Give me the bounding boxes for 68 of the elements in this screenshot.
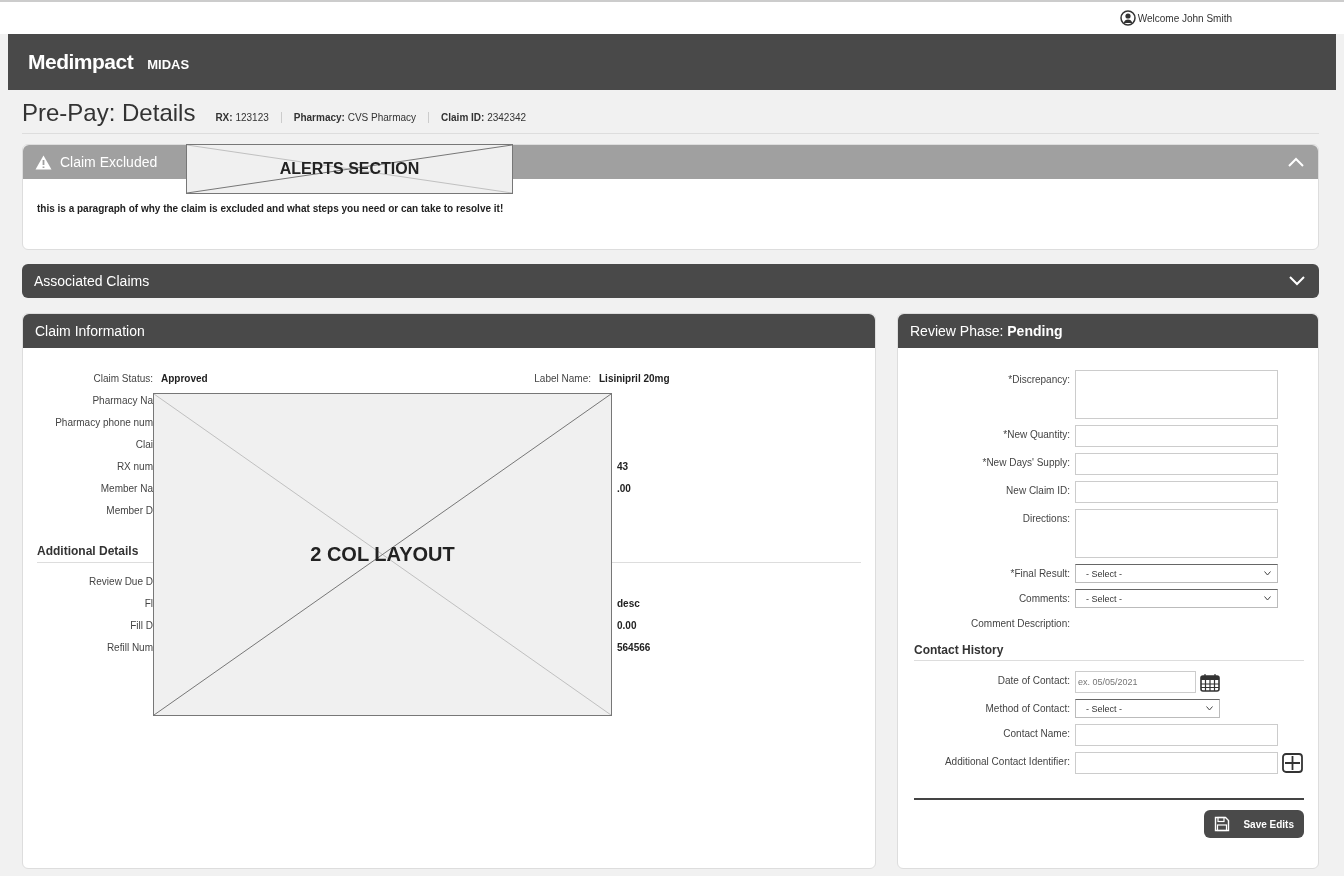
- field-value: 564566: [617, 641, 651, 655]
- field-value: .00: [617, 482, 631, 496]
- input-field[interactable]: [1075, 752, 1278, 774]
- alert-message: this is a paragraph of why the claim is excluded and what steps you need or can take to resolve it!: [37, 203, 505, 214]
- field-label: RX num: [115, 460, 153, 474]
- field-label: Label Name:: [533, 372, 591, 386]
- input-field[interactable]: [1075, 425, 1278, 447]
- app-name: MIDAS: [147, 56, 190, 72]
- field-label: Member D: [105, 504, 153, 518]
- field-label: Review Due D: [88, 575, 153, 589]
- input-field[interactable]: [1075, 481, 1278, 503]
- text-area[interactable]: [1075, 509, 1278, 558]
- logo: Medimpact: [28, 50, 134, 74]
- input-field[interactable]: [1075, 453, 1278, 475]
- select-dropdown[interactable]: - Select -: [1075, 699, 1220, 718]
- alert-title: Claim Excluded: [60, 154, 158, 170]
- caret-icon: [1264, 596, 1271, 601]
- caret-icon: [1264, 571, 1271, 576]
- select-dropdown[interactable]: - Select -: [1075, 589, 1278, 608]
- field-label: *New Quantity:: [1002, 428, 1070, 440]
- section-title: Associated Claims: [34, 273, 151, 289]
- save-button[interactable]: Save Edits: [1204, 810, 1304, 838]
- field-value: desc: [617, 597, 640, 611]
- claim-meta: Pharmacy: CVS Pharmacy: [280, 112, 429, 123]
- chevron-down-icon[interactable]: [1289, 276, 1305, 286]
- chevron-up-icon[interactable]: [1288, 157, 1304, 167]
- field-label: Pharmacy Na: [91, 394, 153, 408]
- user-icon[interactable]: [1119, 10, 1136, 26]
- add-icon[interactable]: [1282, 753, 1303, 773]
- field-label: Method of Contact:: [984, 702, 1070, 714]
- placeholder-label: 2 COL LAYOUT: [310, 543, 455, 566]
- page-title: Pre-Pay: Details: [22, 99, 196, 127]
- input-field[interactable]: [1075, 724, 1278, 746]
- field-label: New Claim ID:: [1005, 484, 1070, 496]
- field-label: Comment Description:: [970, 617, 1070, 629]
- warning-icon: [35, 154, 52, 170]
- field-value: 43: [617, 460, 629, 474]
- placeholder-label: ALERTS SECTION: [279, 160, 420, 178]
- field-label: Member Na: [99, 482, 153, 496]
- field-label: Fl: [143, 597, 153, 611]
- field-label: *Final Result:: [1009, 567, 1070, 579]
- date-field[interactable]: ex. 05/05/2021: [1075, 671, 1196, 693]
- field-label: Contact Name:: [1002, 727, 1070, 739]
- welcome-text: Welcome John Smith: [1137, 12, 1232, 24]
- field-label: Refill Num: [105, 641, 153, 655]
- field-label: Claim Status:: [92, 372, 153, 386]
- field-value: Approved: [160, 372, 209, 386]
- field-label: Pharmacy phone num: [54, 416, 153, 430]
- field-label: Additional Contact Identifier:: [943, 755, 1070, 767]
- select-dropdown[interactable]: - Select -: [1075, 564, 1278, 583]
- text-area[interactable]: [1075, 370, 1278, 419]
- field-value: 0.00: [617, 619, 637, 633]
- field-label: Comments:: [1017, 592, 1070, 604]
- field-label: Directions:: [1021, 512, 1070, 524]
- field-label: Clai: [134, 438, 153, 452]
- calendar-icon[interactable]: [1200, 672, 1220, 692]
- section-heading: Contact History: [914, 643, 1004, 657]
- field-label: *New Days' Supply:: [981, 456, 1070, 468]
- field-label: Fill D: [129, 619, 153, 633]
- field-value: Lisinipril 20mg: [598, 372, 671, 386]
- claim-meta: RX: 123123: [215, 112, 270, 123]
- claim-meta: Claim ID: 2342342: [428, 112, 539, 123]
- panel-title: Claim Information: [35, 323, 146, 339]
- field-label: Date of Contact:: [996, 674, 1070, 686]
- associated-claims-header[interactable]: Associated Claims: [22, 264, 1319, 298]
- field-label: *Discrepancy:: [1007, 373, 1070, 385]
- caret-icon: [1206, 706, 1213, 711]
- panel-title: Review Phase: Pending: [910, 323, 1064, 339]
